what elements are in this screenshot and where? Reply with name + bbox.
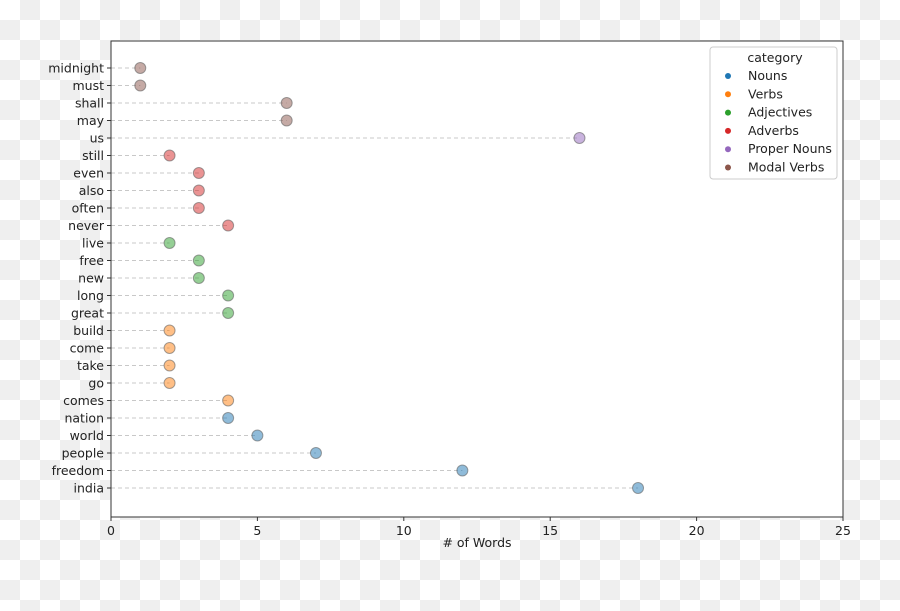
data-point <box>192 167 205 179</box>
data-point <box>222 289 235 302</box>
data-point <box>134 79 147 92</box>
data-point <box>192 202 205 214</box>
y-tick-label: shall <box>75 96 104 111</box>
data-point <box>573 132 586 144</box>
legend-entry: Verbs <box>748 86 783 101</box>
legend: category Nouns Verbs Adjectives Adverbs Prope… <box>709 46 838 180</box>
x-tick-label: 0 <box>107 523 115 538</box>
lollipop-chart: midnight must shall may us still even also often… <box>48 40 851 550</box>
y-tick-label: long <box>77 288 104 303</box>
x-tick-label: 25 <box>835 523 851 538</box>
data-point <box>163 324 176 337</box>
legend-entry: Adjectives <box>748 105 812 120</box>
y-tick-label: come <box>70 341 105 356</box>
data-point <box>222 219 235 232</box>
y-tick-label: must <box>72 78 104 93</box>
data-point <box>134 62 147 74</box>
y-tick-label: new <box>78 271 104 286</box>
legend-marker <box>725 146 731 153</box>
y-tick-label: still <box>82 148 104 163</box>
data-point <box>163 359 176 372</box>
data-point <box>163 237 176 249</box>
y-tick-label: also <box>79 183 104 198</box>
y-tick-label: never <box>68 218 105 233</box>
data-point <box>222 394 235 407</box>
data-point <box>192 184 205 197</box>
data-point <box>163 377 176 389</box>
legend-entry: Proper Nouns <box>748 141 832 156</box>
legend-marker <box>725 73 731 79</box>
x-tick-label: 5 <box>253 523 261 538</box>
y-tick-label: free <box>79 253 104 268</box>
legend-marker <box>725 109 731 116</box>
data-point <box>163 342 176 354</box>
data-point <box>632 482 645 494</box>
x-tick-label: 10 <box>396 523 412 538</box>
data-point <box>280 114 293 127</box>
y-tick-label: often <box>72 201 104 216</box>
y-tick-label: go <box>88 376 104 391</box>
data-point <box>222 307 235 319</box>
legend-entry: Adverbs <box>748 123 799 138</box>
data-point <box>222 412 235 424</box>
y-tick-label: people <box>62 446 105 461</box>
x-tick-label: 15 <box>542 523 558 538</box>
y-tick-label: nation <box>64 411 104 426</box>
data-point <box>192 254 205 267</box>
legend-marker <box>725 127 731 134</box>
legend-entry: Modal Verbs <box>748 160 824 175</box>
data-point <box>163 149 176 162</box>
y-tick-label: live <box>82 236 104 251</box>
legend-marker <box>725 164 731 171</box>
data-point <box>456 464 469 477</box>
data-point <box>192 272 205 284</box>
legend-marker <box>725 91 731 98</box>
y-tick-label: comes <box>63 393 104 408</box>
y-tick-label: midnight <box>48 61 104 76</box>
x-tick-label: 20 <box>689 523 705 538</box>
legend-entry: Nouns <box>748 68 787 83</box>
y-tick-label: india <box>74 481 104 496</box>
data-point <box>309 447 322 459</box>
y-tick-label: world <box>70 428 104 443</box>
y-tick-label: may <box>77 113 105 128</box>
data-point <box>251 429 264 442</box>
y-tick-label: freedom <box>52 463 104 478</box>
y-tick-label: us <box>90 131 104 146</box>
y-tick-label: great <box>71 306 104 321</box>
x-axis-label: # of Words <box>442 535 511 550</box>
y-tick-label: take <box>77 358 104 373</box>
y-tick-label: build <box>73 323 104 338</box>
data-point <box>280 97 293 109</box>
y-tick-label: even <box>73 166 104 181</box>
legend-title: category <box>747 50 803 65</box>
